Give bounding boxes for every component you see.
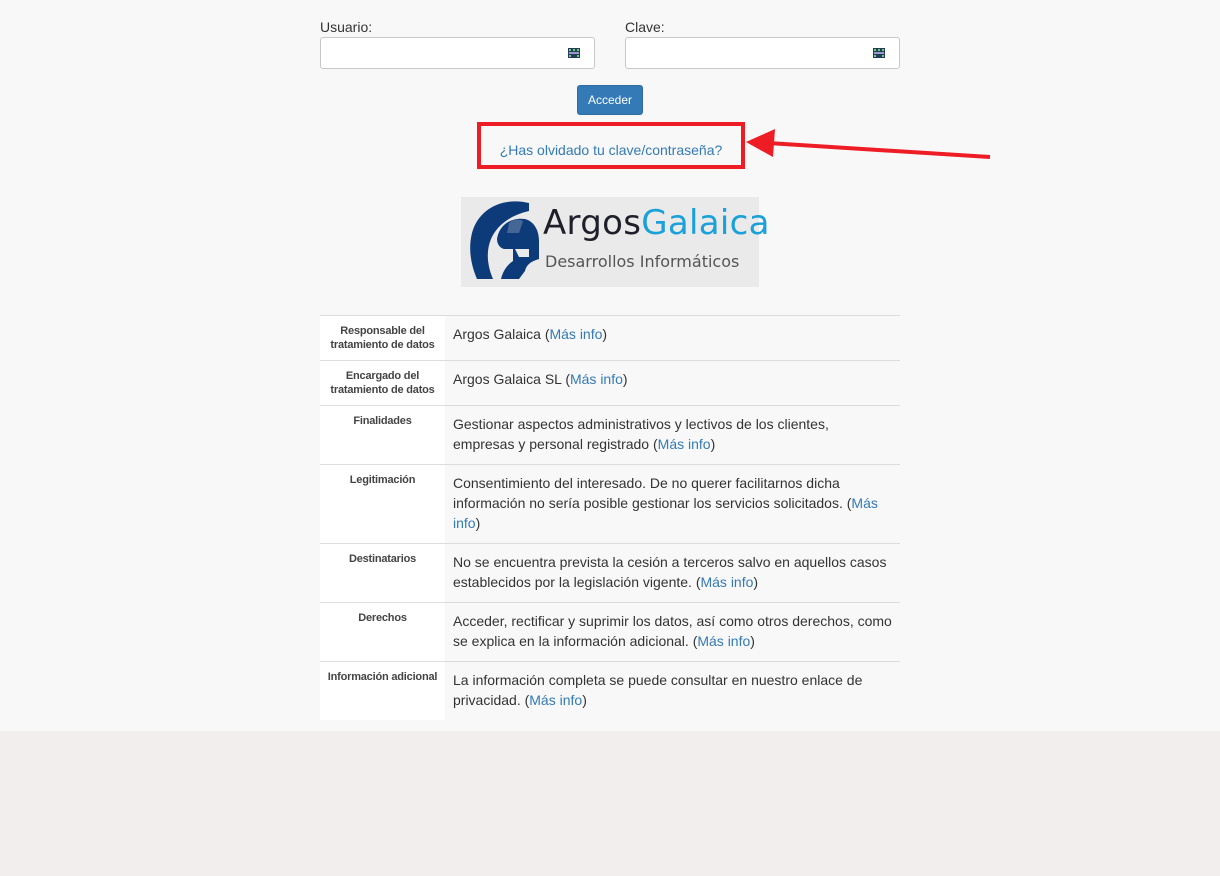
user-field[interactable] xyxy=(320,37,595,69)
password-label: Clave: xyxy=(625,19,665,35)
company-logo: ArgosGalaica Desarrollos Informáticos xyxy=(461,197,769,287)
row-key: Legitimación xyxy=(320,464,445,544)
user-label: Usuario: xyxy=(320,19,373,35)
privacy-table: Responsable del tratamiento de datos Arg… xyxy=(320,315,900,720)
table-row: Destinatarios No se encuentra prevista l… xyxy=(320,543,900,603)
login-page: Usuario: Clave: Acceder ¿Has olvidado tu… xyxy=(0,0,1220,731)
row-value: Gestionar aspectos administrativos y lec… xyxy=(445,405,900,465)
more-info-link[interactable]: Más info xyxy=(549,326,602,342)
more-info-link[interactable]: Más info xyxy=(700,574,753,590)
table-row: Finalidades Gestionar aspectos administr… xyxy=(320,405,900,465)
row-key: Encargado del tratamiento de datos xyxy=(320,360,445,406)
password-field[interactable] xyxy=(625,37,900,69)
row-key: Derechos xyxy=(320,602,445,662)
more-info-link[interactable]: Más info xyxy=(529,692,582,708)
table-row: Responsable del tratamiento de datos Arg… xyxy=(320,315,900,361)
logo-name: ArgosGalaica xyxy=(543,203,770,243)
row-value: La información completa se puede consult… xyxy=(445,661,900,720)
table-row: Información adicional La información com… xyxy=(320,661,900,720)
keyboard-icon[interactable] xyxy=(568,48,580,58)
row-value: Consentimiento del interesado. De no que… xyxy=(445,464,900,544)
more-info-link[interactable]: Más info xyxy=(697,633,750,649)
spartan-helmet-icon xyxy=(470,201,539,279)
row-value: Acceder, rectificar y suprimir los datos… xyxy=(445,602,900,662)
row-key: Finalidades xyxy=(320,405,445,465)
keyboard-icon[interactable] xyxy=(873,48,885,58)
row-key: Información adicional xyxy=(320,661,445,720)
submit-button[interactable]: Acceder xyxy=(577,85,643,115)
row-key: Destinatarios xyxy=(320,543,445,603)
row-key: Responsable del tratamiento de datos xyxy=(320,315,445,361)
more-info-link[interactable]: Más info xyxy=(658,436,711,452)
table-row: Derechos Acceder, rectificar y suprimir … xyxy=(320,602,900,662)
user-input[interactable] xyxy=(321,38,561,68)
forgot-password-highlight: ¿Has olvidado tu clave/contraseña? xyxy=(477,122,745,169)
more-info-link[interactable]: Más info xyxy=(570,371,623,387)
annotation-arrow-icon xyxy=(746,129,991,159)
row-value: No se encuentra prevista la cesión a ter… xyxy=(445,543,900,603)
forgot-password-link[interactable]: ¿Has olvidado tu clave/contraseña? xyxy=(500,142,723,158)
logo-tagline: Desarrollos Informáticos xyxy=(545,252,740,271)
table-row: Legitimación Consentimiento del interesa… xyxy=(320,464,900,544)
password-input[interactable] xyxy=(626,38,866,68)
row-value: Argos Galaica SL (Más info) xyxy=(445,360,900,406)
row-value: Argos Galaica (Más info) xyxy=(445,315,900,361)
table-row: Encargado del tratamiento de datos Argos… xyxy=(320,360,900,406)
